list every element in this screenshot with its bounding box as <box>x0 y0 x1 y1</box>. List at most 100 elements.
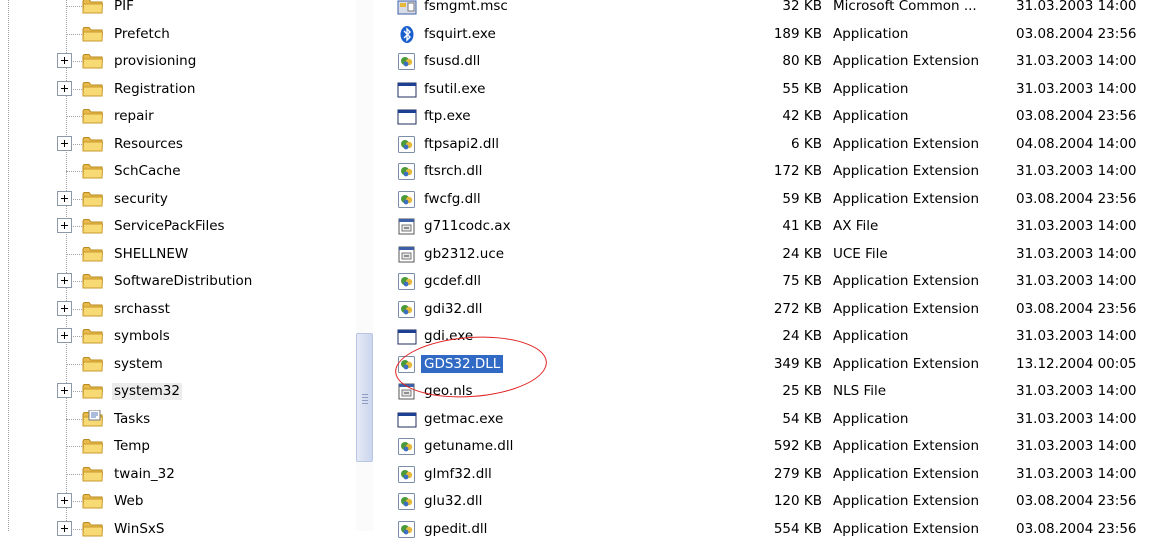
file-row[interactable]: gpedit.dll 554 KB Application Extension 03.… <box>373 516 1168 543</box>
file-size: 592 KB <box>773 438 822 454</box>
file-modified-date: 31.03.2003 14:00 <box>1016 465 1137 482</box>
tree-item-registration[interactable]: Registration <box>0 76 372 103</box>
folder-icon <box>82 107 104 125</box>
msc-file-icon <box>397 0 417 16</box>
folder-icon <box>82 52 104 70</box>
tree-item-web[interactable]: Web <box>0 488 372 515</box>
file-type: Microsoft Common ... <box>833 0 977 14</box>
tree-connector <box>66 446 82 447</box>
tree-item-twain-32[interactable]: twain_32 <box>0 461 372 488</box>
file-row[interactable]: ftp.exe 42 KB Application 03.08.2004 23:56 <box>373 103 1168 130</box>
file-row[interactable]: ftpsapi2.dll 6 KB Application Extension 04.… <box>373 131 1168 158</box>
expand-plus-icon[interactable] <box>57 53 72 68</box>
tree-item-temp[interactable]: Temp <box>0 433 372 460</box>
folder-icon <box>82 272 104 290</box>
file-row[interactable]: fsquirt.exe 189 KB Application 03.08.2004 2… <box>373 21 1168 48</box>
expand-plus-icon[interactable] <box>57 383 72 398</box>
file-name: getmac.exe <box>424 410 504 427</box>
file-size: 32 KB <box>782 0 822 14</box>
tree-item-softwaredistribution[interactable]: SoftwareDistribution <box>0 268 372 295</box>
file-name: GDS32.DLL <box>421 354 504 373</box>
tree-item-label: Tasks <box>114 410 151 427</box>
tree-item-srchasst[interactable]: srchasst <box>0 296 372 323</box>
folder-icon <box>82 80 104 98</box>
tree-item-tasks[interactable]: Tasks <box>0 406 372 433</box>
file-row[interactable]: g711codc.ax 41 KB AX File 31.03.2003 14:00 <box>373 213 1168 240</box>
file-size: 272 KB <box>773 300 822 317</box>
tree-item-security[interactable]: security <box>0 186 372 213</box>
exe-window-icon <box>397 80 417 99</box>
file-row[interactable]: geo.nls 25 KB NLS File 31.03.2003 14:00 <box>373 378 1168 405</box>
expand-plus-icon[interactable] <box>57 218 72 233</box>
file-type: Application Extension <box>833 53 979 69</box>
tree-connector <box>66 253 82 255</box>
file-row[interactable]: fsusd.dll 80 KB Application Extension 31.03… <box>373 48 1168 75</box>
tree-scrollbar-thumb[interactable] <box>356 333 373 462</box>
dll-icon <box>397 162 417 181</box>
tree-item-pif[interactable]: PIF <box>0 0 372 20</box>
file-row[interactable]: gdi32.dll 272 KB Application Extension 03.0… <box>373 296 1168 323</box>
file-modified-date: 31.03.2003 14:00 <box>1016 53 1137 69</box>
tree-item-system[interactable]: system <box>0 351 372 378</box>
tree-item-servicepackfiles[interactable]: ServicePackFiles <box>0 213 372 240</box>
tree-connector <box>66 363 82 365</box>
file-row[interactable]: getmac.exe 54 KB Application 31.03.2003 14:… <box>373 406 1168 433</box>
file-type: AX File <box>833 218 879 234</box>
folder-icon <box>82 162 104 180</box>
tree-item-system32[interactable]: system32 <box>0 378 372 405</box>
file-row[interactable]: fwcfg.dll 59 KB Application Extension 03.08… <box>373 186 1168 213</box>
file-row[interactable]: ftsrch.dll 172 KB Application Extension 31.… <box>373 158 1168 185</box>
file-row[interactable]: gdi.exe 24 KB Application 31.03.2003 14:00 <box>373 323 1168 350</box>
file-name: gpedit.dll <box>424 520 488 537</box>
file-modified-date: 31.03.2003 14:00 <box>1016 80 1137 97</box>
expand-plus-icon[interactable] <box>57 520 72 536</box>
file-name: gdi32.dll <box>424 300 483 317</box>
file-row[interactable]: gcdef.dll 75 KB Application Extension 31.03… <box>373 268 1168 295</box>
expand-plus-icon[interactable] <box>57 80 72 96</box>
system-file-icon <box>397 217 417 236</box>
tree-item-winsxs[interactable]: WinSxS <box>0 516 372 543</box>
tree-connector <box>66 33 82 35</box>
file-type: Application <box>833 410 909 427</box>
expand-plus-icon[interactable] <box>57 493 72 508</box>
expand-plus-icon[interactable] <box>57 300 72 316</box>
file-size: 59 KB <box>782 190 822 207</box>
tree-item-label: system32 <box>112 383 182 400</box>
tree-item-shellnew[interactable]: SHELLNEW <box>0 241 372 268</box>
expand-plus-icon[interactable] <box>57 273 72 288</box>
file-row[interactable]: glmf32.dll 279 KB Application Extension 31.… <box>373 461 1168 488</box>
system-file-icon <box>397 382 417 401</box>
file-row[interactable]: glu32.dll 120 KB Application Extension 03.0… <box>373 488 1168 515</box>
file-type: Application <box>833 108 909 124</box>
file-name: gb2312.uce <box>424 245 505 262</box>
file-modified-date: 03.08.2004 23:56 <box>1016 493 1137 509</box>
dll-icon <box>397 135 417 154</box>
file-row[interactable]: getuname.dll 592 KB Application Extension 3… <box>373 433 1168 460</box>
file-name: fsmgmt.msc <box>424 0 508 14</box>
tree-item-label: SoftwareDistribution <box>114 273 253 289</box>
tree-scrollbar[interactable] <box>356 0 373 531</box>
file-size: 54 KB <box>782 410 822 427</box>
tree-item-provisioning[interactable]: provisioning <box>0 48 372 75</box>
file-size: 41 KB <box>782 218 822 234</box>
file-row[interactable]: fsmgmt.msc 32 KB Microsoft Common ... 31.03… <box>373 0 1168 20</box>
tree-item-label: SchCache <box>114 163 181 179</box>
tree-item-prefetch[interactable]: Prefetch <box>0 21 372 48</box>
file-type: Application <box>833 80 909 97</box>
tree-item-repair[interactable]: repair <box>0 103 372 130</box>
expand-plus-icon[interactable] <box>57 328 72 343</box>
file-row[interactable]: GDS32.DLL 349 KB Application Extension 13.1… <box>373 351 1168 378</box>
file-row[interactable]: gb2312.uce 24 KB UCE File 31.03.2003 14:00 <box>373 241 1168 268</box>
tree-item-symbols[interactable]: symbols <box>0 323 372 350</box>
tree-item-label: twain_32 <box>114 465 175 482</box>
tree-item-label: security <box>114 190 168 207</box>
file-type: Application Extension <box>833 135 979 152</box>
file-row[interactable]: fsutil.exe 55 KB Application 31.03.2003 14:… <box>373 76 1168 103</box>
tree-item-schcache[interactable]: SchCache <box>0 158 372 185</box>
tree-item-label: Resources <box>114 135 183 152</box>
expand-plus-icon[interactable] <box>57 190 72 206</box>
file-modified-date: 04.08.2004 14:00 <box>1016 135 1137 152</box>
expand-plus-icon[interactable] <box>57 135 72 151</box>
dll-icon <box>397 437 417 456</box>
tree-item-resources[interactable]: Resources <box>0 131 372 158</box>
